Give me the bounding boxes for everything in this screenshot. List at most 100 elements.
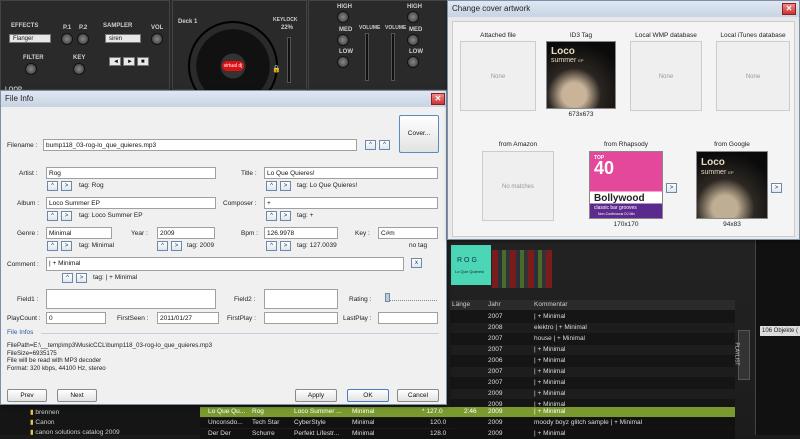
cover-tile-id3[interactable]: Loco summer EP: [546, 41, 616, 109]
cover-button[interactable]: Cover...: [399, 115, 439, 153]
google-cover-title: Loco: [701, 157, 725, 168]
pitch-fader[interactable]: [287, 37, 291, 83]
table-row[interactable]: 2007 | + Minimal: [450, 312, 735, 322]
firstplay-field[interactable]: [264, 312, 338, 324]
field2-field[interactable]: [264, 289, 338, 309]
year-field[interactable]: 2009: [157, 227, 215, 239]
next-button[interactable]: Next: [57, 389, 97, 402]
comment-next-button[interactable]: >: [76, 273, 87, 283]
effect-select[interactable]: Flanger: [9, 34, 51, 43]
cover-tile-rhapsody[interactable]: TOP 40 Bollywood classic bar grooves Non…: [589, 151, 663, 219]
key-field[interactable]: C#m: [378, 227, 438, 239]
cover-tile-itunes[interactable]: None: [716, 41, 790, 111]
track-row-2[interactable]: Unconsdo... Tech Star CyberStyle Minimal…: [200, 418, 735, 428]
selected-track-row[interactable]: Lo Que Qu... Rog Loco Summer ... Minimal…: [200, 407, 735, 417]
track-row-3[interactable]: Der Der Schurre Perfekt Lifestr... Minim…: [200, 429, 735, 439]
field1-field[interactable]: [46, 289, 216, 309]
lastplay-field[interactable]: [378, 312, 438, 324]
cover-tile-attached[interactable]: None: [460, 41, 536, 111]
comment-up-button[interactable]: ^: [62, 273, 73, 283]
firstseen-field[interactable]: 2011/01/27: [157, 312, 219, 324]
filename-up-button[interactable]: ^: [365, 140, 376, 150]
title-up-button[interactable]: ^: [266, 181, 277, 191]
col-comment[interactable]: Kommentar: [534, 300, 568, 310]
google-size: 94x83: [723, 221, 741, 228]
comment-clear-button[interactable]: x: [411, 258, 422, 268]
rhapsody-next-button[interactable]: >: [666, 183, 677, 193]
apply-button[interactable]: Apply: [295, 389, 337, 402]
col-year[interactable]: Jahr: [488, 300, 501, 310]
genre-field[interactable]: Minimal: [46, 227, 112, 239]
sampler-prev-button[interactable]: ◄: [109, 57, 121, 66]
table-row[interactable]: 2007 house | + Minimal: [450, 334, 735, 344]
tree-item-brennen[interactable]: ▮ brennen: [30, 408, 59, 416]
high-knob-right[interactable]: [407, 11, 419, 23]
composer-next-button[interactable]: >: [280, 211, 291, 221]
sampler-play-button[interactable]: ►: [123, 57, 135, 66]
col-length[interactable]: Länge: [452, 300, 470, 310]
album-thumbnail[interactable]: ROG Lo Que Quieres!: [450, 244, 492, 286]
tree-item-canon[interactable]: ▮ Canon: [30, 418, 55, 426]
bpm-field[interactable]: 126.9978: [264, 227, 338, 239]
low-knob-right[interactable]: [407, 56, 419, 68]
filter-knob[interactable]: [25, 63, 37, 75]
genre-next-button[interactable]: >: [61, 241, 72, 251]
sampler-select[interactable]: siren: [105, 34, 141, 43]
sampler-label: SAMPLER: [103, 23, 133, 29]
med-knob-left[interactable]: [337, 34, 349, 46]
med-label-right: MED: [409, 27, 423, 33]
key-knob[interactable]: [73, 63, 85, 75]
high-knob-left[interactable]: [337, 11, 349, 23]
ok-button[interactable]: OK: [347, 389, 389, 402]
artist-next-button[interactable]: >: [61, 181, 72, 191]
playlist-tab[interactable]: PLAYLIST: [733, 330, 750, 380]
year-up-button[interactable]: ^: [157, 241, 168, 251]
cover-tile-google[interactable]: Loco summer EP: [696, 151, 768, 219]
title-field[interactable]: Lo Que Quieres!: [264, 167, 438, 179]
composer-field[interactable]: +: [264, 197, 438, 209]
bpm-next-button[interactable]: >: [280, 241, 291, 251]
album-up-button[interactable]: ^: [47, 211, 58, 221]
file-infos-rule: [41, 333, 439, 334]
prev-button[interactable]: Prev: [7, 389, 47, 402]
table-row[interactable]: 2007 | + Minimal: [450, 345, 735, 355]
rhapsody-40: 40: [594, 158, 615, 178]
file-info-close-button[interactable]: ✕: [431, 93, 445, 105]
playcount-field[interactable]: 0: [46, 312, 106, 324]
comment-label: Comment :: [7, 261, 39, 268]
google-next-button[interactable]: >: [771, 183, 782, 193]
volume-fader-right[interactable]: [391, 33, 395, 81]
rating-slider[interactable]: [385, 293, 437, 302]
cancel-button[interactable]: Cancel: [397, 389, 439, 402]
med-knob-right[interactable]: [407, 34, 419, 46]
composer-up-button[interactable]: ^: [266, 211, 277, 221]
sampler-stop-button[interactable]: ■: [137, 57, 149, 66]
low-knob-left[interactable]: [337, 56, 349, 68]
title-next-button[interactable]: >: [280, 181, 291, 191]
bpm-up-button[interactable]: ^: [266, 241, 277, 251]
table-row[interactable]: 2009 | + Minimal: [450, 389, 735, 399]
table-row[interactable]: 2007 | + Minimal: [450, 367, 735, 377]
genre-up-button[interactable]: ^: [47, 241, 58, 251]
cover-tile-wmp[interactable]: None: [630, 41, 702, 111]
table-row[interactable]: 2008 elektro | + Minimal: [450, 323, 735, 333]
volume-fader-left[interactable]: [365, 33, 369, 81]
decoder-line: File will be read with MP3 decoder: [7, 357, 102, 364]
year-next-button[interactable]: >: [171, 241, 182, 251]
table-row[interactable]: 2007 | + Minimal: [450, 378, 735, 388]
cover-artwork-close-button[interactable]: ✕: [782, 3, 796, 15]
rating-slider-thumb[interactable]: [385, 293, 390, 302]
album-next-button[interactable]: >: [61, 211, 72, 221]
vol-knob[interactable]: [151, 33, 163, 45]
cover-tile-amazon[interactable]: No matches: [482, 151, 554, 221]
p1-knob[interactable]: [61, 33, 73, 45]
comment-field[interactable]: | + Minimal: [46, 257, 404, 271]
artist-field[interactable]: Rog: [46, 167, 216, 179]
table-row[interactable]: 2006 | + Minimal: [450, 356, 735, 366]
artist-up-button[interactable]: ^: [47, 181, 58, 191]
filename-field[interactable]: bump118_03-rog-lo_que_quieres.mp3: [43, 139, 357, 151]
cell-comment: house | + Minimal: [534, 335, 586, 342]
album-field[interactable]: Loco Summer EP: [46, 197, 216, 209]
p2-knob[interactable]: [77, 33, 89, 45]
filename-down-button[interactable]: ^: [379, 140, 390, 150]
